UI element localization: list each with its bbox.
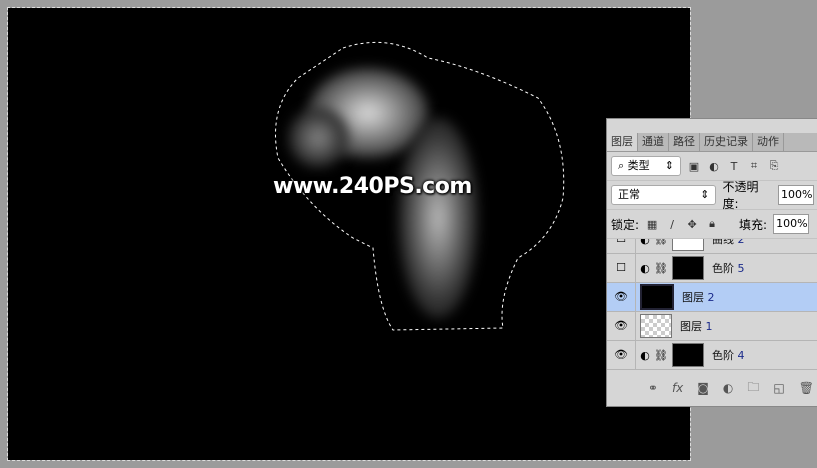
link-icon: ⛓ <box>654 261 668 275</box>
new-group-icon[interactable]: 🗀︎ <box>747 378 759 399</box>
layer-list: ☐◐⛓曲线 2 ☐◐⛓色阶 5 👁︎图层 2 👁︎图层 1 👁︎◐⛓色阶 4 <box>607 239 817 383</box>
visibility-toggle[interactable]: ☐ <box>607 239 636 253</box>
tab-channels[interactable]: 通道 <box>638 133 669 151</box>
layer-row[interactable]: 👁︎ ◐ ⛓ 色阶 4 <box>607 341 817 370</box>
search-icon: ⌕ <box>618 159 628 172</box>
document-canvas[interactable]: www.240PS.com <box>7 7 691 461</box>
brush-icon[interactable]: ∕ <box>665 218 679 231</box>
trash-icon[interactable]: 🗑︎ <box>799 381 814 395</box>
adjustment-icon: ◐ <box>640 261 650 275</box>
link-icon: ⛓ <box>654 348 668 362</box>
add-mask-icon[interactable]: ◙ <box>697 381 709 395</box>
adjustment-icon: ◐ <box>640 239 650 246</box>
eye-icon[interactable]: 👁︎ <box>607 341 636 369</box>
opacity-input[interactable]: 100% <box>778 185 814 205</box>
tab-paths[interactable]: 路径 <box>669 133 700 151</box>
eye-icon[interactable]: 👁︎ <box>607 283 636 311</box>
opacity-label: 不透明度: <box>722 180 759 211</box>
tab-actions[interactable]: 动作 <box>753 133 784 151</box>
mask-thumbnail <box>671 239 704 251</box>
new-adjustment-icon[interactable]: ◐ <box>723 381 733 395</box>
fill-input[interactable]: 100% <box>773 214 810 234</box>
visibility-toggle[interactable]: ☐ <box>607 254 636 282</box>
adjustment-filter-icon[interactable]: ◐ <box>707 160 721 173</box>
mask-thumbnail <box>671 256 704 280</box>
link-icon: ⛓ <box>654 239 668 246</box>
selection-outline <box>275 41 565 331</box>
blend-mode-select[interactable]: 正常 ⇕ <box>611 185 717 205</box>
image-filter-icon[interactable]: ▣ <box>687 160 701 173</box>
layers-panel: 图层 通道 路径 历史记录 动作 ⌕ 类型 ⇕ ▣ ◐ T ⌗ ⎘ 正常 ⇕ 不透明… <box>606 118 817 407</box>
panel-footer: ⚭ fx ◙ ◐ 🗀︎ ◱ 🗑︎ <box>607 378 817 398</box>
smart-object-filter-icon[interactable]: ⎘ <box>767 159 781 173</box>
tab-layers[interactable]: 图层 <box>607 133 638 151</box>
eye-icon[interactable]: 👁︎ <box>607 312 636 340</box>
move-icon[interactable]: ✥ <box>685 218 699 231</box>
lock-transparency-icon[interactable]: ▦ <box>645 218 659 231</box>
layer-row[interactable]: ☐ ◐ ⛓ 色阶 5 <box>607 254 817 283</box>
fx-icon[interactable]: fx <box>672 381 683 395</box>
mask-thumbnail <box>671 343 704 367</box>
fill-label: 填充: <box>739 217 768 232</box>
layer-row[interactable]: ☐◐⛓曲线 2 <box>607 239 817 254</box>
layer-thumbnail <box>640 314 672 338</box>
adjustment-icon: ◐ <box>640 348 650 362</box>
panel-tabs: 图层 通道 路径 历史记录 动作 <box>607 133 817 152</box>
layer-row[interactable]: 👁︎ 图层 1 <box>607 312 817 341</box>
watermark: www.240PS.com <box>273 174 472 199</box>
layer-thumbnail <box>640 284 674 310</box>
filter-kind-select[interactable]: ⌕ 类型 ⇕ <box>611 156 681 176</box>
type-filter-icon[interactable]: T <box>727 160 741 173</box>
shape-filter-icon[interactable]: ⌗ <box>747 159 761 173</box>
new-layer-icon[interactable]: ◱ <box>773 381 784 395</box>
link-layers-icon[interactable]: ⚭ <box>648 381 658 395</box>
lock-icon[interactable]: 🔒︎ <box>705 217 719 231</box>
layer-row-selected[interactable]: 👁︎ 图层 2 <box>607 283 817 312</box>
tab-history[interactable]: 历史记录 <box>700 133 753 151</box>
lock-label: 锁定: <box>611 217 640 232</box>
